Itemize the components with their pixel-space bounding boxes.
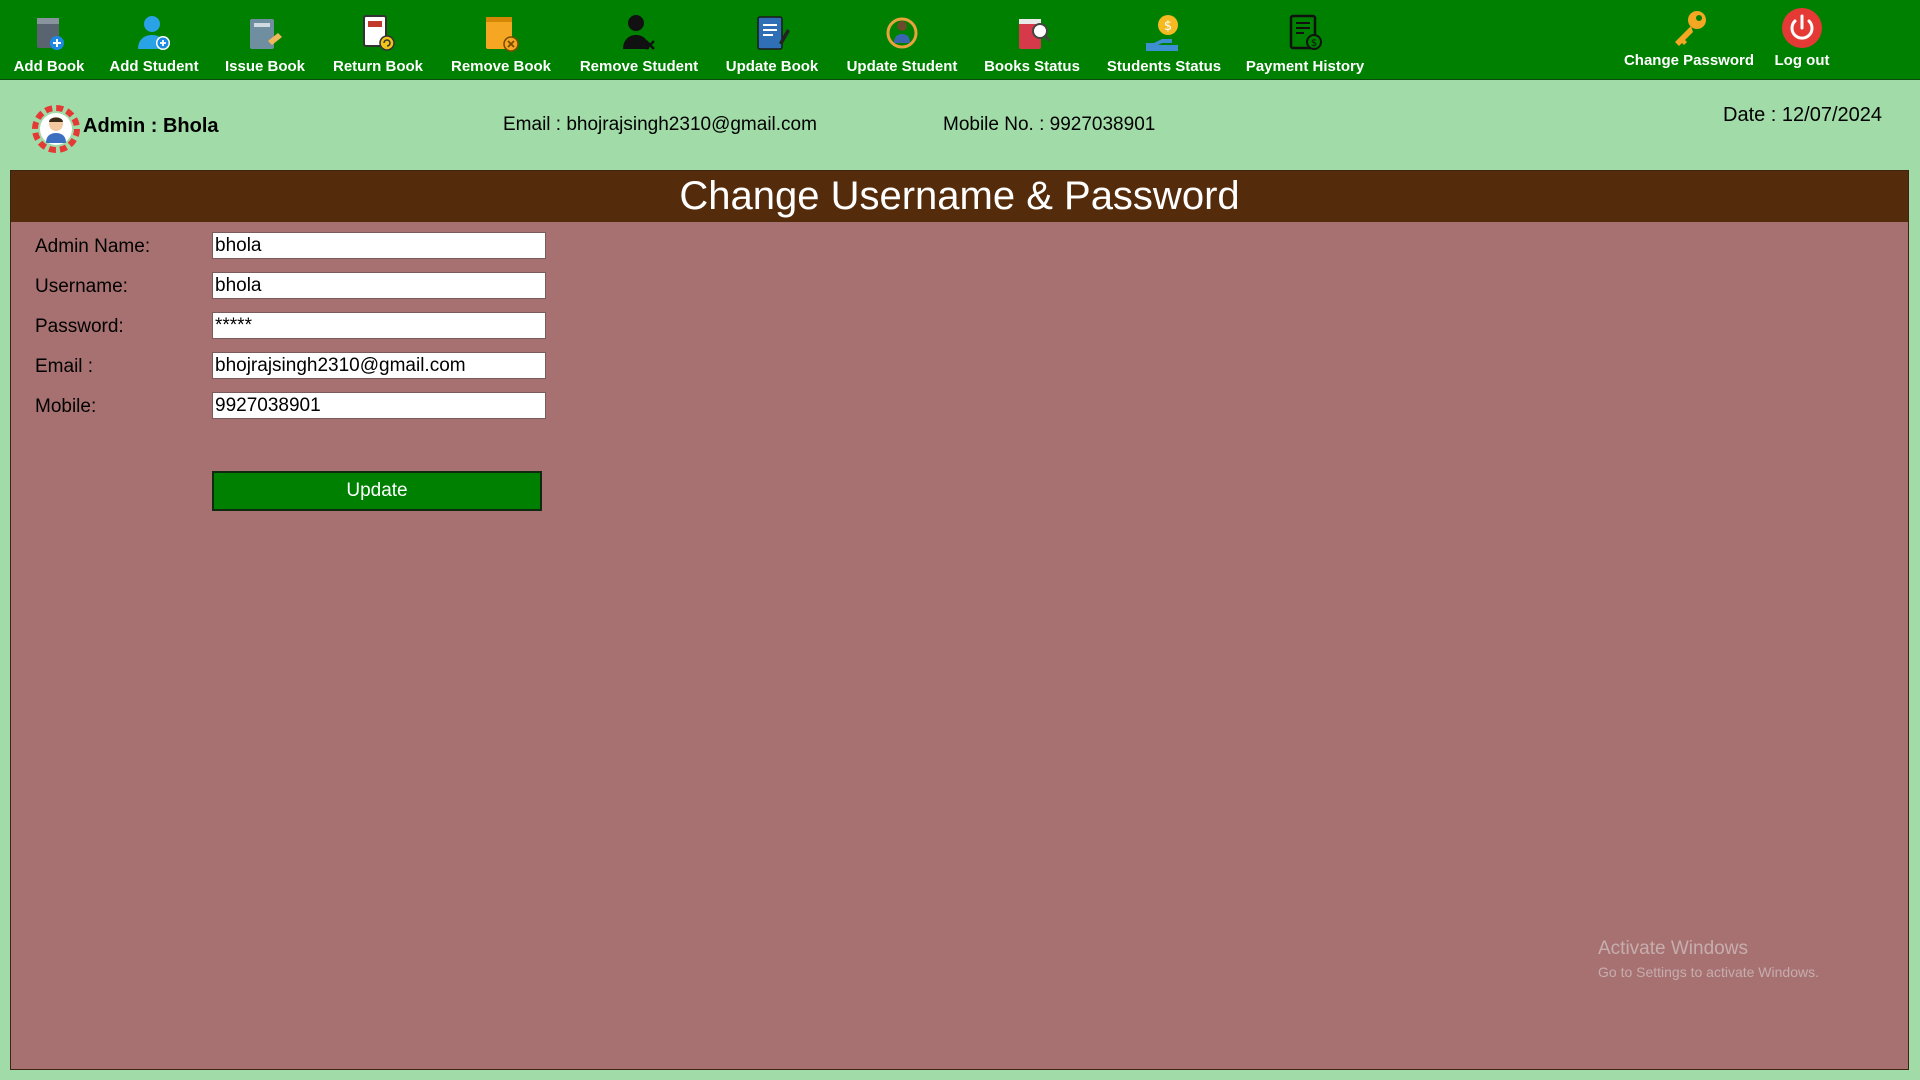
payment-history-button[interactable]: $ Payment History <box>1245 0 1365 80</box>
panel-title: Change Username & Password <box>11 171 1908 222</box>
logout-button[interactable]: Log out <box>1770 0 1834 80</box>
remove-student-button[interactable]: Remove Student <box>578 0 700 80</box>
remove-student-label: Remove Student <box>579 58 699 75</box>
admin-mobile: Mobile No. : 9927038901 <box>943 114 1156 135</box>
admin-name-label: Admin Name: <box>35 236 151 257</box>
update-book-label: Update Book <box>725 58 819 75</box>
remove-book-button[interactable]: Remove Book <box>450 0 552 80</box>
return-book-button[interactable]: Return Book <box>331 0 425 80</box>
return-book-icon <box>356 10 400 56</box>
issue-book-icon <box>243 10 287 56</box>
add-student-icon <box>132 10 176 56</box>
password-field[interactable] <box>212 312 546 339</box>
admin-avatar-icon <box>30 103 82 155</box>
svg-text:$: $ <box>1164 19 1172 34</box>
admin-name-field[interactable] <box>212 232 546 259</box>
add-book-button[interactable]: Add Book <box>13 0 85 80</box>
add-book-icon <box>27 10 71 56</box>
students-status-label: Students Status <box>1106 58 1222 75</box>
books-status-icon <box>1010 10 1054 56</box>
username-label: Username: <box>35 276 128 297</box>
remove-book-label: Remove Book <box>450 58 552 75</box>
admin-email: Email : bhojrajsingh2310@gmail.com <box>503 114 817 135</box>
issue-book-label: Issue Book <box>224 58 306 75</box>
admin-name: Admin : Bhola <box>83 115 219 137</box>
watermark-subtitle: Go to Settings to activate Windows. <box>1598 964 1819 980</box>
add-student-label: Add Student <box>109 58 199 75</box>
update-book-icon <box>750 10 794 56</box>
update-student-label: Update Student <box>846 58 958 75</box>
books-status-label: Books Status <box>984 58 1080 75</box>
books-status-button[interactable]: Books Status <box>984 0 1080 80</box>
return-book-label: Return Book <box>333 58 423 75</box>
svg-text:$: $ <box>1311 38 1317 49</box>
key-icon <box>1667 6 1711 50</box>
power-icon <box>1780 6 1824 50</box>
add-book-label: Add Book <box>13 58 85 75</box>
update-book-button[interactable]: Update Book <box>725 0 819 80</box>
add-student-button[interactable]: Add Student <box>108 0 200 80</box>
mobile-label: Mobile: <box>35 396 97 417</box>
students-status-button[interactable]: $ Students Status <box>1106 0 1222 80</box>
email-field[interactable] <box>212 352 546 379</box>
logout-label: Log out <box>1774 52 1830 69</box>
remove-student-icon <box>617 10 661 56</box>
activate-windows-watermark: Activate Windows Go to Settings to activ… <box>1598 938 1819 980</box>
main-toolbar: Add Book Add Student Issue Book Return B… <box>0 0 1920 80</box>
username-field[interactable] <box>212 272 546 299</box>
mobile-field[interactable] <box>212 392 546 419</box>
students-status-icon: $ <box>1142 10 1186 56</box>
email-label: Email : <box>35 356 94 377</box>
change-password-panel: Change Username & Password Admin Name: U… <box>10 170 1909 1070</box>
payment-history-icon: $ <box>1283 10 1327 56</box>
payment-history-label: Payment History <box>1245 58 1365 75</box>
change-password-label: Change Password <box>1623 52 1755 69</box>
change-password-button[interactable]: Change Password <box>1622 0 1756 80</box>
update-student-icon <box>880 10 924 56</box>
remove-book-icon <box>479 10 523 56</box>
current-date: Date : 12/07/2024 <box>1723 104 1883 126</box>
update-student-button[interactable]: Update Student <box>845 0 959 80</box>
issue-book-button[interactable]: Issue Book <box>222 0 308 80</box>
watermark-title: Activate Windows <box>1598 938 1748 959</box>
password-label: Password: <box>35 316 124 337</box>
update-button[interactable]: Update <box>212 471 542 511</box>
admin-info-bar: Admin : Bhola Email : bhojrajsingh2310@g… <box>0 95 1920 165</box>
